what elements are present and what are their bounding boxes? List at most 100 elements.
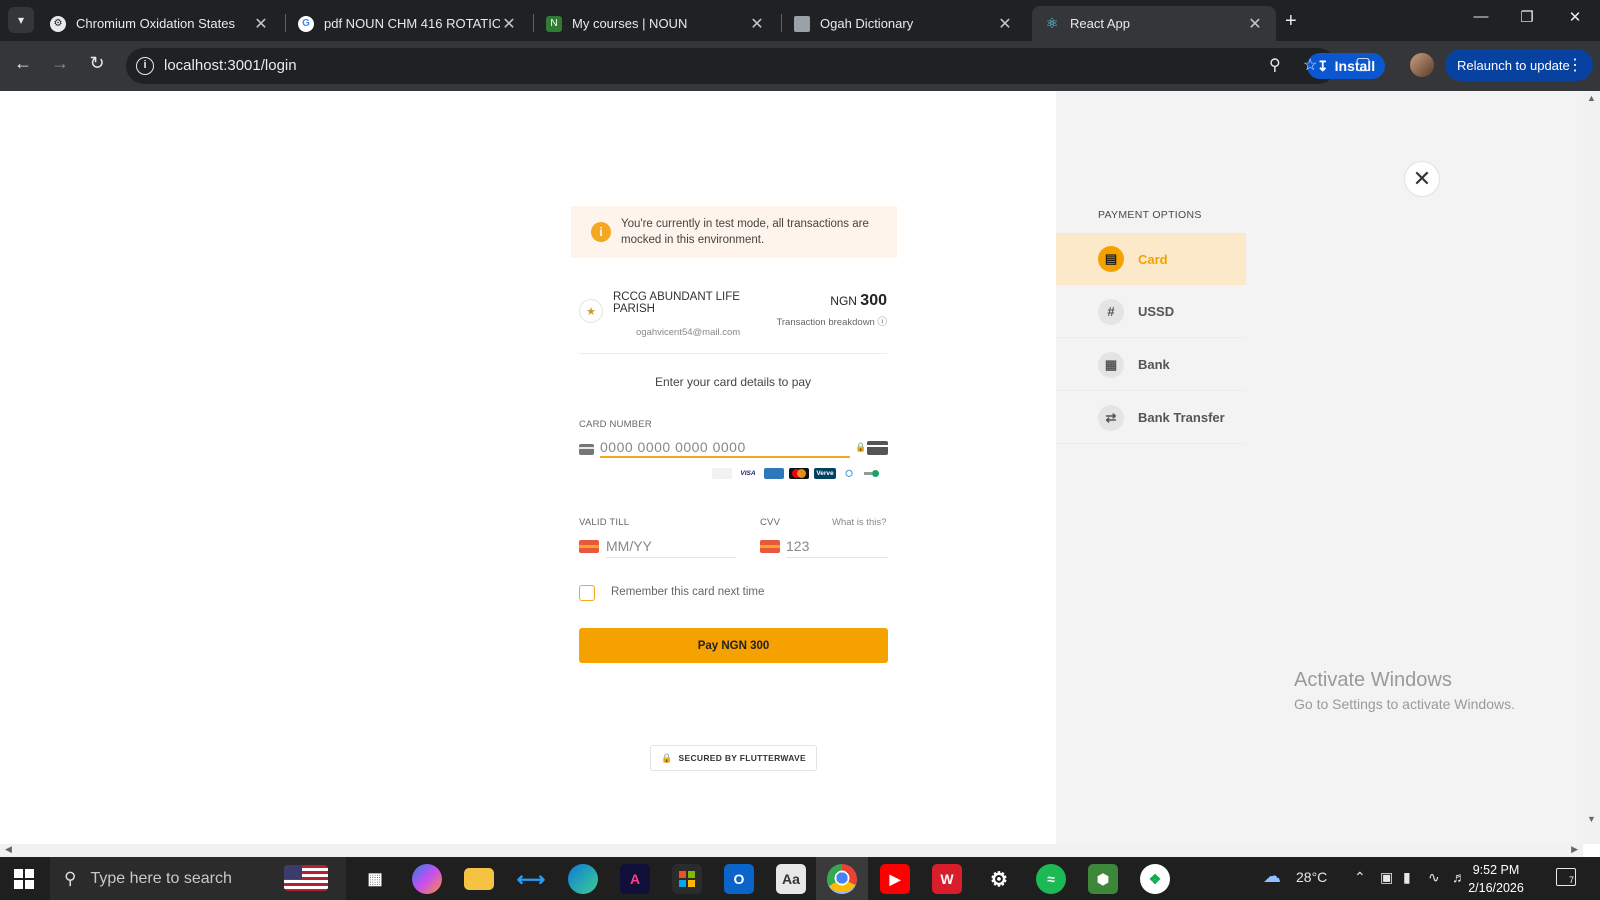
settings-gear-icon[interactable]: ⚙: [984, 864, 1014, 894]
option-label: Bank: [1138, 357, 1170, 372]
file-explorer-icon[interactable]: [464, 868, 494, 890]
vertical-scrollbar[interactable]: ▲ ▼: [1583, 91, 1600, 844]
payment-option-card[interactable]: ▤ Card: [1056, 233, 1246, 285]
nodejs-icon[interactable]: ⬢: [1088, 864, 1118, 894]
remember-card-checkbox[interactable]: [579, 585, 595, 601]
activate-windows-watermark: Activate Windows Go to Settings to activ…: [1294, 669, 1515, 712]
more-menu-icon[interactable]: ⋮: [1567, 55, 1583, 75]
chromium-icon: ⚙: [50, 15, 66, 32]
merchant-logo: ★: [579, 299, 603, 323]
verve-logo: Verve: [814, 468, 836, 479]
task-view-icon[interactable]: ▦: [360, 864, 390, 894]
minimize-button[interactable]: —: [1458, 8, 1504, 25]
taskbar-search-box[interactable]: ⚲ Type here to search: [50, 857, 346, 900]
close-tab-icon[interactable]: ✕: [252, 14, 270, 34]
payment-option-bank[interactable]: ▦ Bank: [1056, 339, 1246, 391]
cvv-help-link[interactable]: What is this?: [832, 517, 886, 528]
profile-avatar[interactable]: [1410, 53, 1434, 77]
restore-button[interactable]: ❐: [1504, 8, 1550, 26]
windows-start-icon[interactable]: [14, 869, 34, 889]
windows-taskbar: ⚲ Type here to search ▦ ⟷ A O Aa ▶ W ⚙ ≈…: [0, 857, 1600, 900]
mongodb-compass-icon[interactable]: ❖: [1140, 864, 1170, 894]
noun-icon: N: [546, 15, 562, 32]
card-scan-icon: [867, 441, 888, 455]
back-button[interactable]: ←: [10, 53, 36, 74]
close-tab-icon[interactable]: ✕: [996, 14, 1014, 34]
vscode-icon[interactable]: ⟷: [516, 864, 546, 894]
diners-logo: ◯: [845, 470, 853, 477]
site-info-icon[interactable]: i: [136, 57, 154, 75]
battery-icon[interactable]: ▮: [1403, 869, 1411, 886]
store-icon[interactable]: [672, 864, 702, 894]
tab-strip: ▾ ⚙ Chromium Oxidation States ✕ G pdf NO…: [0, 0, 1600, 41]
outlook-icon[interactable]: O: [724, 864, 754, 894]
divider: [579, 353, 887, 354]
chrome-icon[interactable]: [827, 864, 857, 894]
payment-option-ussd[interactable]: # USSD: [1056, 286, 1246, 338]
currency-code: NGN: [830, 294, 857, 308]
tab-search-dropdown[interactable]: ▾: [8, 7, 34, 33]
close-tab-icon[interactable]: ✕: [500, 14, 518, 34]
card-number-input[interactable]: [600, 438, 850, 458]
notification-center-icon[interactable]: 7: [1556, 868, 1576, 886]
customer-email: ogahvicent54@mail.com: [636, 327, 741, 338]
system-clock[interactable]: 9:52 PM 2/16/2026: [1464, 861, 1528, 897]
transaction-breakdown-link[interactable]: Transaction breakdown ⓘ: [750, 314, 887, 328]
close-tab-icon[interactable]: ✕: [1246, 14, 1264, 34]
relaunch-to-update-button[interactable]: Relaunch to update ⋮: [1445, 49, 1593, 81]
bookmark-star-icon[interactable]: ☆: [1303, 55, 1317, 75]
google-icon: G: [298, 15, 314, 32]
card-icon: [579, 444, 594, 455]
spotify-icon[interactable]: ≈: [1036, 864, 1066, 894]
install-app-button[interactable]: ↧ Install: [1307, 53, 1385, 79]
tab-ogah-dictionary[interactable]: Ogah Dictionary ✕: [782, 6, 1026, 41]
scroll-right-icon[interactable]: ▶: [1571, 844, 1578, 855]
wifi-icon[interactable]: ∿: [1428, 869, 1440, 886]
amount-value: 300: [860, 292, 887, 309]
cvv-input[interactable]: [786, 534, 888, 558]
visa-logo: VISA: [740, 470, 756, 477]
edge-icon[interactable]: [568, 864, 598, 894]
forward-button[interactable]: →: [47, 53, 73, 74]
scroll-up-icon[interactable]: ▲: [1587, 93, 1596, 103]
scroll-down-icon[interactable]: ▼: [1587, 814, 1596, 824]
weather-cloud-icon[interactable]: ☁: [1263, 866, 1281, 887]
pay-button[interactable]: Pay NGN 300: [579, 628, 888, 663]
dictionary-app-icon[interactable]: Aa: [776, 864, 806, 894]
meet-now-icon[interactable]: ▣: [1380, 869, 1393, 886]
us-flag-icon: [284, 865, 328, 891]
discover-logo: [712, 468, 732, 479]
new-tab-button[interactable]: +: [1285, 10, 1297, 33]
remember-card-label[interactable]: Remember this card next time: [611, 586, 764, 598]
lock-icon: 🔒: [660, 752, 673, 763]
horizontal-scrollbar[interactable]: ◀ ▶: [0, 844, 1583, 857]
tab-my-courses[interactable]: N My courses | NOUN ✕: [534, 6, 778, 41]
close-window-button[interactable]: ✕: [1552, 8, 1598, 26]
tab-noun-chm416[interactable]: G pdf NOUN CHM 416 ROTATION ✕: [286, 6, 530, 41]
tab-react-app[interactable]: ⚛ React App ✕: [1032, 6, 1276, 41]
card-icon: ▤: [1098, 246, 1124, 272]
url-text[interactable]: localhost:3001/login: [164, 57, 297, 74]
zoom-icon[interactable]: ⚲: [1269, 55, 1281, 75]
option-label: Card: [1138, 251, 1168, 267]
tab-chromium-oxidation[interactable]: ⚙ Chromium Oxidation States ✕: [38, 6, 282, 41]
extensions-icon[interactable]: ▢: [1355, 54, 1371, 74]
scroll-left-icon[interactable]: ◀: [5, 844, 12, 855]
youtube-icon[interactable]: ▶: [880, 864, 910, 894]
address-bar[interactable]: i localhost:3001/login ↧ Install ⚲ ☆: [126, 48, 1385, 84]
payment-option-bank-transfer[interactable]: ⇄ Bank Transfer: [1056, 392, 1246, 444]
clock-time: 9:52 PM: [1472, 863, 1520, 877]
lock-icon: 🔒: [855, 442, 867, 452]
expiry-input[interactable]: [606, 534, 736, 558]
close-tab-icon[interactable]: ✕: [748, 14, 766, 34]
close-checkout-button[interactable]: ✕: [1404, 161, 1440, 197]
chevron-up-icon[interactable]: ⌃: [1354, 869, 1366, 886]
affinity-icon[interactable]: A: [620, 864, 650, 894]
copilot-icon[interactable]: [412, 864, 442, 894]
secured-label: SECURED BY FLUTTERWAVE: [678, 753, 807, 763]
install-icon: ↧: [1316, 57, 1329, 74]
reload-button[interactable]: ↻: [84, 53, 110, 74]
secured-badge: 🔒 SECURED BY FLUTTERWAVE: [650, 745, 817, 771]
weather-temperature[interactable]: 28°C: [1296, 869, 1327, 885]
wps-office-icon[interactable]: W: [932, 864, 962, 894]
